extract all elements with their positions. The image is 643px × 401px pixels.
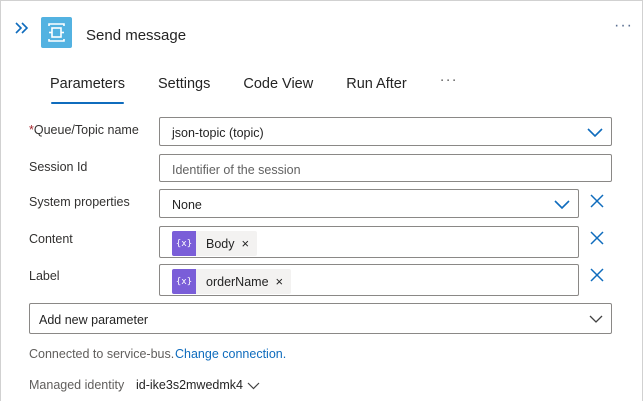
chevron-down-icon — [554, 200, 570, 210]
tab-settings[interactable]: Settings — [145, 71, 223, 105]
remove-token-icon[interactable]: × — [242, 236, 250, 251]
session-id-label: Session Id — [29, 160, 88, 174]
tab-bar: Parameters Settings Code View Run After … — [37, 71, 478, 105]
tab-parameters[interactable]: Parameters — [37, 71, 138, 105]
label-input[interactable]: {x} orderName × — [159, 264, 579, 296]
more-options-icon[interactable]: ··· — [614, 17, 633, 35]
add-parameter-label: Add new parameter — [39, 313, 149, 327]
queue-topic-value: json-topic (topic) — [172, 126, 264, 140]
action-panel: Send message ··· Parameters Settings Cod… — [0, 0, 643, 401]
session-id-placeholder: Identifier of the session — [172, 163, 301, 177]
connection-status: Connected to service-bus. — [29, 347, 175, 361]
label-field-label: Label — [29, 269, 60, 283]
content-label: Content — [29, 232, 73, 246]
chevron-down-icon — [589, 315, 603, 323]
queue-topic-dropdown[interactable]: json-topic (topic) — [159, 117, 612, 146]
session-id-input[interactable]: Identifier of the session — [159, 154, 612, 182]
change-connection-link[interactable]: Change connection. — [175, 347, 286, 361]
chevron-down-icon — [587, 128, 603, 138]
action-title[interactable]: Send message — [86, 27, 186, 44]
remove-token-icon[interactable]: × — [276, 274, 284, 289]
content-input[interactable]: {x} Body × — [159, 226, 579, 258]
system-properties-label: System properties — [29, 195, 130, 209]
system-properties-value: None — [172, 198, 202, 212]
tabs-more-icon[interactable]: ··· — [427, 71, 471, 105]
expression-icon: {x} — [172, 269, 196, 294]
remove-label-icon[interactable] — [589, 267, 605, 283]
chevron-down-icon[interactable] — [247, 381, 260, 390]
expression-icon: {x} — [172, 231, 196, 256]
remove-system-properties-icon[interactable] — [589, 193, 605, 209]
managed-identity-label: Managed identity — [29, 378, 125, 392]
tab-run-after[interactable]: Run After — [333, 71, 419, 105]
tab-code-view[interactable]: Code View — [230, 71, 326, 105]
content-token[interactable]: {x} Body × — [172, 231, 258, 256]
system-properties-dropdown[interactable]: None — [159, 189, 579, 218]
queue-topic-label: *Queue/Topic name — [29, 123, 139, 137]
managed-identity-value[interactable]: id-ike3s2mwedmk4 — [136, 378, 243, 392]
content-token-label: Body — [206, 236, 235, 251]
label-token[interactable]: {x} orderName × — [172, 269, 292, 294]
label-token-label: orderName — [206, 274, 269, 289]
remove-content-icon[interactable] — [589, 230, 605, 246]
add-parameter-dropdown[interactable]: Add new parameter — [29, 303, 612, 334]
expand-icon[interactable] — [14, 21, 30, 35]
service-bus-icon — [41, 17, 72, 48]
